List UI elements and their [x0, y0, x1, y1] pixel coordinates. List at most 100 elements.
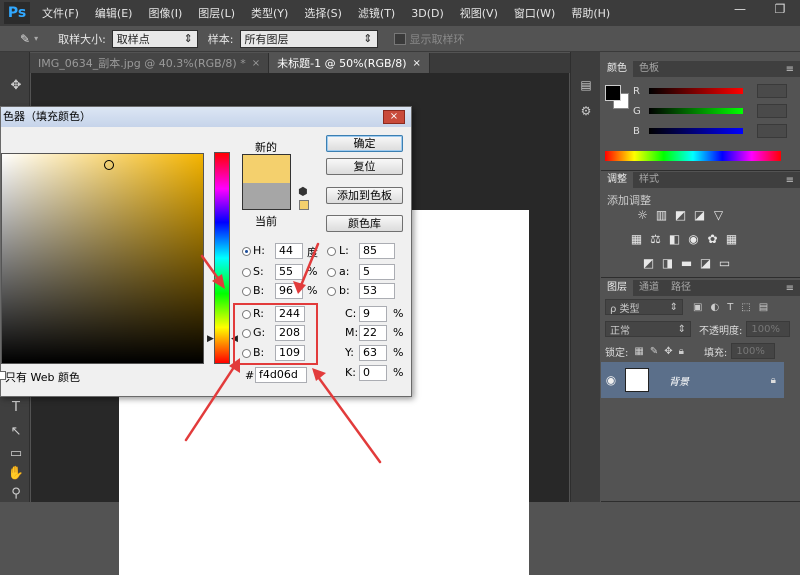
saturation-brightness-field[interactable] [1, 153, 204, 364]
menu-type[interactable]: 类型(Y) [251, 5, 288, 21]
black-field[interactable]: 0 [359, 365, 387, 381]
threshold-icon[interactable]: ▬ [679, 256, 694, 271]
hand-tool-icon[interactable]: ✋ [6, 466, 26, 484]
saturation-radio[interactable] [242, 268, 251, 277]
dialog-title-bar[interactable]: 色器（填充颜色） [1, 107, 411, 127]
tab-styles[interactable]: 样式 [633, 172, 665, 188]
levels-icon[interactable]: ▥ [654, 208, 669, 223]
reset-button[interactable]: 复位 [326, 158, 403, 175]
brightness-radio[interactable] [242, 287, 251, 296]
lab-l-radio[interactable] [327, 247, 336, 256]
menu-image[interactable]: 图像(I) [148, 5, 182, 21]
menu-help[interactable]: 帮助(H) [571, 5, 610, 21]
close-icon[interactable]: × [252, 58, 260, 69]
blend-mode-select[interactable]: 正常 ⇕ [605, 321, 691, 337]
color-spectrum-bar[interactable] [605, 151, 781, 161]
blue-slider[interactable]: B 0 [633, 123, 797, 139]
close-button[interactable]: × [383, 110, 405, 124]
menu-layer[interactable]: 图层(L) [198, 5, 235, 21]
lock-pixels-icon[interactable]: ▦ [634, 346, 643, 357]
move-tool-icon[interactable]: ✥ [6, 78, 26, 96]
hue-radio[interactable] [242, 247, 251, 256]
selective-color-icon[interactable]: ◪ [698, 256, 713, 271]
sample-size-select[interactable]: 取样点 ⇕ [111, 29, 198, 48]
current-color-swatch[interactable] [243, 183, 290, 209]
lab-l-field[interactable]: 85 [359, 243, 395, 259]
filter-adjust-icon[interactable]: ◐ [710, 302, 719, 313]
fill-field[interactable]: 100% [731, 343, 776, 359]
panel-menu-icon[interactable]: ≡ [786, 64, 794, 75]
panel-menu-icon[interactable]: ≡ [786, 175, 794, 186]
tab-swatches[interactable]: 色板 [633, 61, 665, 77]
filter-smart-icon[interactable]: ▤ [759, 302, 768, 313]
hex-field[interactable]: f4d06d [255, 367, 307, 383]
red-value-field[interactable]: 0 [757, 84, 787, 98]
lock-all-icon[interactable]: 🔒︎ [679, 346, 684, 357]
channel-mixer-icon[interactable]: ✿ [705, 232, 720, 247]
hue-saturation-icon[interactable]: ▦ [629, 232, 644, 247]
show-ring-checkbox[interactable] [393, 32, 406, 45]
tab-color[interactable]: 颜色 [601, 61, 633, 77]
saturation-field[interactable]: 55 [275, 264, 303, 280]
add-to-swatches-button[interactable]: 添加到色板 [326, 187, 403, 204]
lock-position-icon[interactable]: ✥ [664, 346, 672, 357]
panel-menu-icon[interactable]: ≡ [786, 283, 794, 294]
brightness-icon[interactable]: ☼ [635, 208, 650, 223]
lab-b-radio[interactable] [327, 287, 336, 296]
menu-select[interactable]: 选择(S) [304, 5, 342, 21]
red-slider-track[interactable] [649, 88, 743, 94]
menu-window[interactable]: 窗口(W) [514, 5, 555, 21]
tab-paths[interactable]: 路径 [665, 280, 697, 296]
opacity-field[interactable]: 100% [746, 321, 791, 337]
tab-img0634[interactable]: IMG_0634_副本.jpg @ 40.3%(RGB/8) * × [30, 53, 270, 73]
tab-channels[interactable]: 通道 [633, 280, 665, 296]
red-slider[interactable]: R 0 [633, 83, 797, 99]
layer-background[interactable]: ◉ 背景 🔒︎ [601, 362, 784, 398]
blue-value-field[interactable]: 0 [757, 124, 787, 138]
hue-field[interactable]: 44 [275, 243, 303, 259]
restore-button[interactable]: ❐ [760, 0, 800, 20]
out-of-gamut-cube-icon[interactable]: ⬢ [298, 185, 308, 198]
filter-shape-icon[interactable]: ⬚ [741, 302, 750, 313]
rectangle-tool-icon[interactable]: ▭ [6, 446, 26, 464]
history-icon[interactable]: ▤ [577, 78, 595, 94]
zoom-tool-icon[interactable]: ⚲ [6, 486, 26, 504]
chevron-down-icon[interactable]: ▾ [34, 34, 38, 43]
minimize-button[interactable]: — [720, 0, 760, 20]
menu-file[interactable]: 文件(F) [42, 5, 79, 21]
layer-filter-select[interactable]: ρ 类型 ⇕ [605, 299, 683, 315]
color-lookup-icon[interactable]: ▦ [724, 232, 739, 247]
color-balance-icon[interactable]: ⚖ [648, 232, 663, 247]
gradient-map-icon[interactable]: ▭ [717, 256, 732, 271]
posterize-icon[interactable]: ◨ [660, 256, 675, 271]
tab-layers[interactable]: 图层 [601, 280, 633, 296]
photo-filter-icon[interactable]: ◉ [686, 232, 701, 247]
hue-slider-left-handle-icon[interactable]: ▶ [207, 334, 214, 344]
lab-b-field[interactable]: 53 [359, 283, 395, 299]
curves-icon[interactable]: ◩ [673, 208, 688, 223]
yellow-field[interactable]: 63 [359, 345, 387, 361]
path-select-tool-icon[interactable]: ↖ [6, 424, 26, 442]
menu-view[interactable]: 视图(V) [460, 5, 498, 21]
filter-pixel-icon[interactable]: ▣ [693, 302, 702, 313]
sample-select[interactable]: 所有图层 ⇕ [239, 29, 378, 48]
foreground-color-swatch[interactable] [605, 85, 621, 101]
lab-a-radio[interactable] [327, 268, 336, 277]
blue-slider-track[interactable] [649, 128, 743, 134]
eyedropper-icon[interactable]: ✎ [20, 32, 30, 46]
properties-icon[interactable]: ⚙ [577, 104, 595, 120]
lock-paint-icon[interactable]: ✎ [650, 346, 658, 357]
tab-adjustments[interactable]: 调整 [601, 172, 633, 188]
text-tool-icon[interactable]: T [6, 400, 26, 418]
tab-untitled-1[interactable]: 未标题-1 @ 50%(RGB/8) × [269, 53, 430, 73]
color-libraries-button[interactable]: 颜色库 [326, 215, 403, 232]
color-picker-marker[interactable] [104, 160, 114, 170]
menu-filter[interactable]: 滤镜(T) [358, 5, 395, 21]
vibrance-icon[interactable]: ▽ [711, 208, 726, 223]
filter-type-icon[interactable]: T [727, 302, 733, 313]
menu-3d[interactable]: 3D(D) [411, 7, 444, 20]
close-icon[interactable]: × [413, 58, 421, 69]
green-value-field[interactable]: 0 [757, 104, 787, 118]
menu-edit[interactable]: 编辑(E) [95, 5, 133, 21]
lab-a-field[interactable]: 5 [359, 264, 395, 280]
